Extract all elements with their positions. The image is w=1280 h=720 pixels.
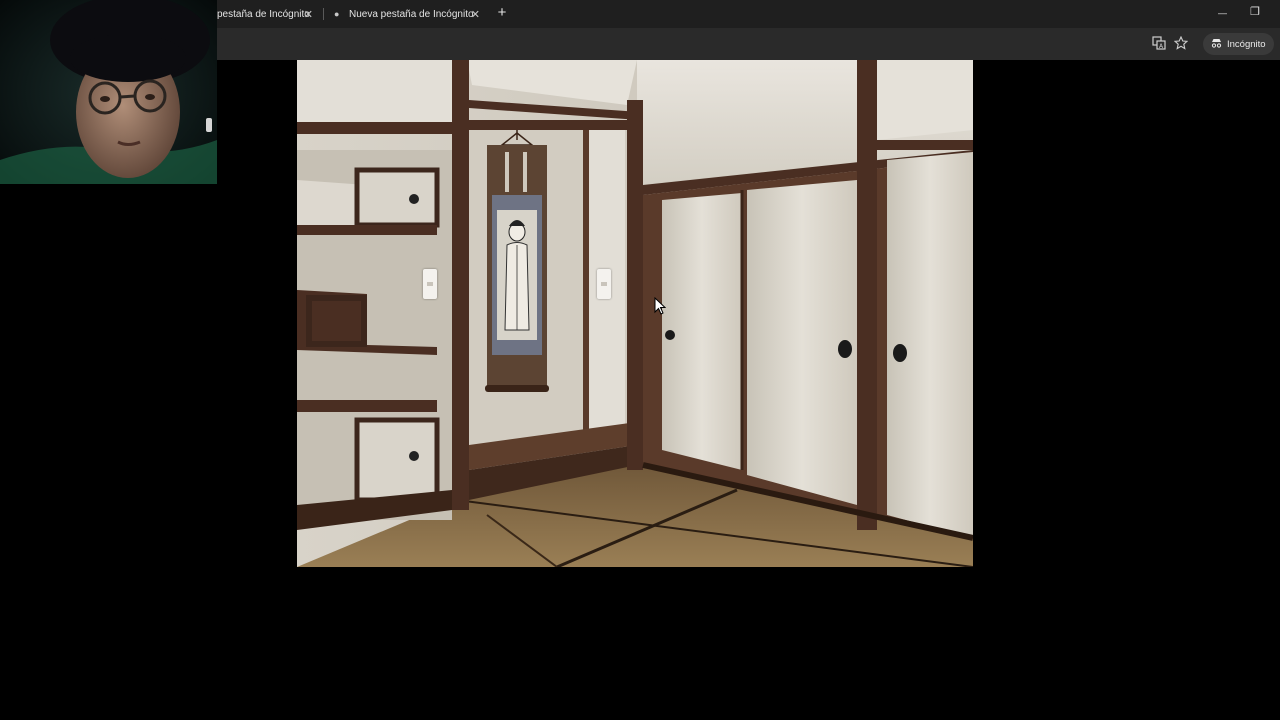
webcam-overlay xyxy=(0,0,217,184)
arrow-right-icon xyxy=(601,282,607,286)
game-scene-tatami-room[interactable] xyxy=(297,60,973,567)
streamer-face-image xyxy=(0,0,217,184)
turn-left-button[interactable] xyxy=(423,269,437,299)
tab-incognito-1[interactable]: pestaña de Incógnito ✕ xyxy=(217,0,321,28)
tab-title: pestaña de Incógnito xyxy=(217,8,310,20)
minimize-button[interactable]: — xyxy=(1218,8,1227,18)
close-icon[interactable]: ✕ xyxy=(304,8,313,21)
incognito-icon xyxy=(1211,38,1222,51)
tab-incognito-2[interactable]: ● Nueva pestaña de Incógnito ✕ xyxy=(326,0,488,28)
close-icon[interactable]: ✕ xyxy=(471,8,480,21)
incognito-indicator[interactable]: Incógnito xyxy=(1203,33,1274,55)
restore-button[interactable]: ❐ xyxy=(1250,5,1260,18)
arrow-left-icon xyxy=(427,282,433,286)
translate-icon[interactable]: A xyxy=(1151,36,1167,52)
turn-right-button[interactable] xyxy=(597,269,611,299)
tab-separator xyxy=(323,8,324,20)
tab-title: Nueva pestaña de Incógnito xyxy=(349,8,474,20)
star-icon[interactable] xyxy=(1173,35,1189,52)
room-illustration xyxy=(297,60,973,567)
incognito-label: Incógnito xyxy=(1227,38,1266,50)
mouse-cursor-icon xyxy=(654,297,666,315)
new-tab-button[interactable]: + xyxy=(494,5,510,21)
incognito-tab-icon: ● xyxy=(334,8,340,19)
